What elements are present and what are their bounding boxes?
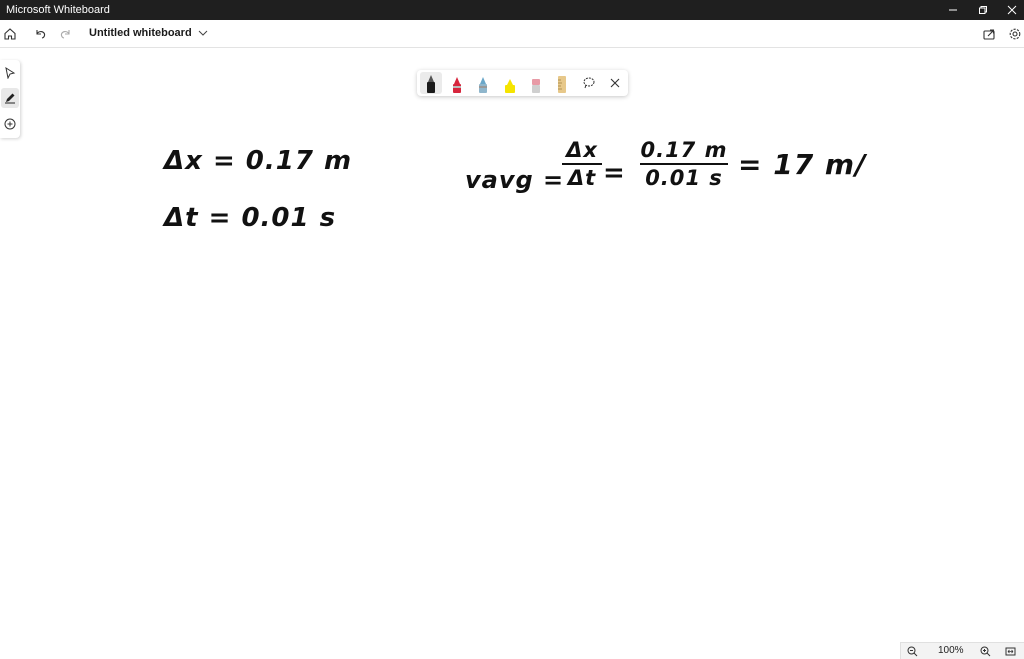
ink-numerator: 0.17 m (640, 138, 728, 162)
settings-button[interactable] (1005, 24, 1024, 44)
ink-equals: = (603, 158, 626, 188)
ink-v-avg: vavg = (465, 166, 565, 194)
minimize-button[interactable] (937, 0, 969, 20)
ink-denominator: Δt (567, 166, 597, 190)
restore-button[interactable] (967, 0, 999, 20)
home-button[interactable] (0, 24, 20, 44)
fraction-bar (640, 163, 728, 165)
fit-to-screen-button[interactable] (1002, 644, 1018, 658)
ink-delta-x: Δx = 0.17 m (164, 146, 353, 176)
ink-result: = 17 m/ (738, 148, 867, 181)
restore-icon (979, 6, 987, 14)
zoom-in-icon (980, 646, 990, 656)
undo-icon (36, 30, 46, 39)
fit-icon (1005, 647, 1015, 655)
fraction-bar (562, 163, 602, 165)
close-icon (1007, 5, 1017, 15)
zoom-level: 100% (938, 645, 964, 656)
ink-denominator: 0.01 s (645, 166, 723, 190)
ink-delta-t: Δt = 0.01 s (164, 203, 337, 233)
zoom-out-button[interactable] (904, 644, 920, 658)
redo-icon (60, 30, 70, 39)
settings-icon (1009, 28, 1021, 40)
title-bar: Microsoft Whiteboard (0, 0, 1024, 20)
redo-button[interactable] (56, 24, 76, 44)
minimize-icon (949, 9, 957, 11)
zoom-in-button[interactable] (977, 644, 993, 658)
top-toolbar: Untitled whiteboard (0, 20, 1024, 48)
share-button[interactable] (979, 24, 999, 44)
chevron-down-icon (198, 30, 208, 36)
ink-numerator: Δx (566, 138, 598, 162)
ink-fraction-dx-dt: Δx Δt (562, 138, 602, 190)
app-title: Microsoft Whiteboard (6, 4, 110, 16)
board-title-dropdown[interactable]: Untitled whiteboard (89, 27, 208, 39)
close-button[interactable] (996, 0, 1024, 20)
whiteboard-canvas[interactable]: Δx = 0.17 m Δt = 0.01 s vavg = Δx Δt = 0… (0, 48, 1024, 642)
home-icon (4, 28, 16, 40)
share-icon (983, 29, 995, 40)
zoom-out-icon (907, 646, 917, 656)
undo-button[interactable] (30, 24, 50, 44)
board-title: Untitled whiteboard (89, 27, 192, 39)
zoom-bar: 100% (900, 642, 1024, 659)
ink-fraction-value: 0.17 m 0.01 s (640, 138, 728, 190)
